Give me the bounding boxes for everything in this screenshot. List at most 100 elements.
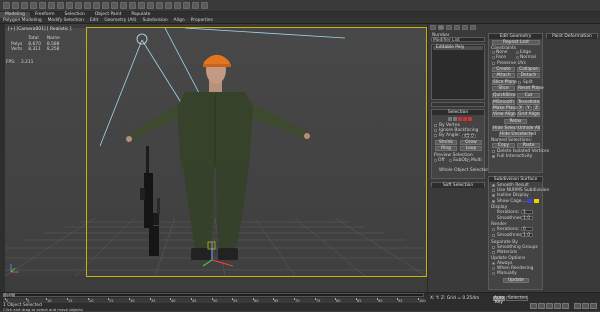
soft-selection-rollout[interactable]: Soft Selection xyxy=(431,182,485,188)
schematic-icon[interactable] xyxy=(165,2,172,9)
preview-multi-radio[interactable] xyxy=(467,159,470,162)
smoothing-groups-checkbox[interactable] xyxy=(492,246,495,249)
utilities-icon[interactable] xyxy=(470,25,476,30)
modifier-stack[interactable]: Editable Poly xyxy=(431,44,485,100)
create-button[interactable]: Create xyxy=(492,67,515,72)
motion-icon[interactable] xyxy=(454,25,460,30)
ribbon-modify-selection[interactable]: Modify Selection xyxy=(45,18,87,24)
bind-icon[interactable] xyxy=(39,2,46,9)
display-smoothness-spinner[interactable]: 1.0 xyxy=(521,216,533,221)
cut-button[interactable]: Cut xyxy=(517,93,540,98)
maximize-viewport-icon[interactable] xyxy=(590,303,597,309)
detach-button[interactable]: Detach xyxy=(517,73,540,78)
coordinate-readout[interactable]: X: Y: Z: Grid = 0.254m xyxy=(430,296,479,301)
attach-button[interactable]: Attach xyxy=(492,73,515,78)
render-setup-icon[interactable] xyxy=(183,2,190,9)
view-align-button[interactable]: View Align xyxy=(492,112,516,117)
curve-editor-icon[interactable] xyxy=(156,2,163,9)
previous-frame-icon[interactable] xyxy=(538,303,545,309)
hide-selected-button[interactable]: Hide Selected xyxy=(492,126,523,131)
cage-color-swatch-1[interactable] xyxy=(527,199,532,203)
selection-title[interactable]: Selection xyxy=(432,110,484,115)
soft-selection-title[interactable]: Soft Selection xyxy=(432,183,484,188)
hierarchy-icon[interactable] xyxy=(446,25,452,30)
update-button[interactable]: Update xyxy=(503,278,529,283)
slice-plane-button[interactable]: Slice Plane xyxy=(492,80,517,85)
constraint-face-radio[interactable] xyxy=(492,56,495,59)
by-angle-spinner[interactable]: 45.0 xyxy=(462,134,476,139)
track-bar-ruler[interactable]: 0 5 10 15 20 25 30 35 40 45 50 55 60 65 70 75 80 85 90 95 10… xyxy=(3,298,426,303)
move-icon[interactable] xyxy=(75,2,82,9)
subdivision-surface-title[interactable]: Subdivision Surface xyxy=(489,177,542,182)
viewport-label[interactable]: [+] [Camera001] [ Realistic ] xyxy=(8,27,71,32)
key-filter-dropdown[interactable]: Selected xyxy=(506,296,528,301)
auto-key-button[interactable]: Auto Key xyxy=(493,296,505,304)
ribbon-properties[interactable]: Properties xyxy=(188,18,216,24)
border-mode-icon[interactable] xyxy=(458,117,462,121)
tessellate-button[interactable]: Tessellate xyxy=(517,100,540,105)
redo-icon[interactable] xyxy=(12,2,19,9)
split-checkbox[interactable] xyxy=(518,81,521,84)
use-nurms-checkbox[interactable] xyxy=(492,189,495,192)
angle-snap-icon[interactable] xyxy=(111,2,118,9)
msmooth-button[interactable]: MSmooth xyxy=(492,100,515,105)
unlink-icon[interactable] xyxy=(30,2,37,9)
ring-button[interactable]: Ring xyxy=(435,146,457,151)
vertex-mode-icon[interactable] xyxy=(448,117,452,121)
repeat-last-button[interactable]: Repeat Last xyxy=(492,40,540,45)
render-smoothness-checkbox[interactable] xyxy=(492,234,495,237)
next-frame-icon[interactable] xyxy=(554,303,561,309)
align-icon[interactable] xyxy=(138,2,145,9)
material-editor-icon[interactable] xyxy=(174,2,181,9)
paint-deformation-rollout[interactable]: Paint Deformation xyxy=(546,33,598,39)
paint-deformation-title[interactable]: Paint Deformation xyxy=(547,34,597,39)
loop-button[interactable]: Loop xyxy=(460,146,482,151)
mirror-icon[interactable] xyxy=(129,2,136,9)
preserve-uvs-checkbox[interactable] xyxy=(492,62,495,65)
copy-button[interactable]: Copy xyxy=(492,143,515,148)
make-planar-button[interactable]: Make Planar xyxy=(492,106,520,111)
rotate-icon[interactable] xyxy=(84,2,91,9)
modify-icon[interactable] xyxy=(438,25,444,30)
manually-radio[interactable] xyxy=(492,272,495,275)
display-iterations-spinner[interactable]: 1 xyxy=(521,210,533,215)
collapse-button[interactable]: Collapse xyxy=(517,67,540,72)
ignore-backfacing-checkbox[interactable] xyxy=(434,129,437,132)
paste-button[interactable]: Paste xyxy=(517,143,540,148)
render-iterations-spinner[interactable]: 0 xyxy=(521,227,533,232)
materials-checkbox[interactable] xyxy=(492,251,495,254)
zoom-icon[interactable] xyxy=(574,303,581,309)
orbit-icon[interactable] xyxy=(582,303,589,309)
select-icon[interactable] xyxy=(48,2,55,9)
constraint-edge-radio[interactable] xyxy=(516,51,519,54)
percent-snap-icon[interactable] xyxy=(120,2,127,9)
render-iterations-checkbox[interactable] xyxy=(492,228,495,231)
ribbon-polygon-modeling[interactable]: Polygon Modeling xyxy=(0,18,45,24)
scale-icon[interactable] xyxy=(93,2,100,9)
layer-icon[interactable] xyxy=(147,2,154,9)
render-smoothness-spinner[interactable]: 1.0 xyxy=(521,233,533,238)
hide-unselected-button[interactable]: Hide Unselected xyxy=(499,132,536,137)
play-icon[interactable] xyxy=(546,303,553,309)
snap-icon[interactable] xyxy=(102,2,109,9)
edit-geometry-title[interactable]: Edit Geometry xyxy=(489,34,542,39)
by-vertex-checkbox[interactable] xyxy=(434,124,437,127)
edge-mode-icon[interactable] xyxy=(453,117,457,121)
delete-isolated-checkbox[interactable] xyxy=(492,150,495,153)
reset-plane-button[interactable]: Reset Plane xyxy=(517,86,544,91)
cage-color-swatch-2[interactable] xyxy=(534,199,539,203)
polygon-mode-icon[interactable] xyxy=(463,117,467,121)
region-icon[interactable] xyxy=(66,2,73,9)
when-rendering-radio[interactable] xyxy=(492,267,495,270)
grid-align-button[interactable]: Grid Align xyxy=(517,112,540,117)
select-by-name-icon[interactable] xyxy=(57,2,64,9)
smooth-result-checkbox[interactable] xyxy=(492,184,495,187)
go-to-end-icon[interactable] xyxy=(562,303,569,309)
show-cage-checkbox[interactable] xyxy=(492,200,495,203)
render-icon[interactable] xyxy=(201,2,208,9)
planar-y-button[interactable]: Y xyxy=(525,106,532,111)
quickslice-button[interactable]: QuickSlice xyxy=(492,93,516,98)
render-frame-icon[interactable] xyxy=(192,2,199,9)
stack-item-editable-poly[interactable]: Editable Poly xyxy=(433,45,483,50)
display-icon[interactable] xyxy=(462,25,468,30)
